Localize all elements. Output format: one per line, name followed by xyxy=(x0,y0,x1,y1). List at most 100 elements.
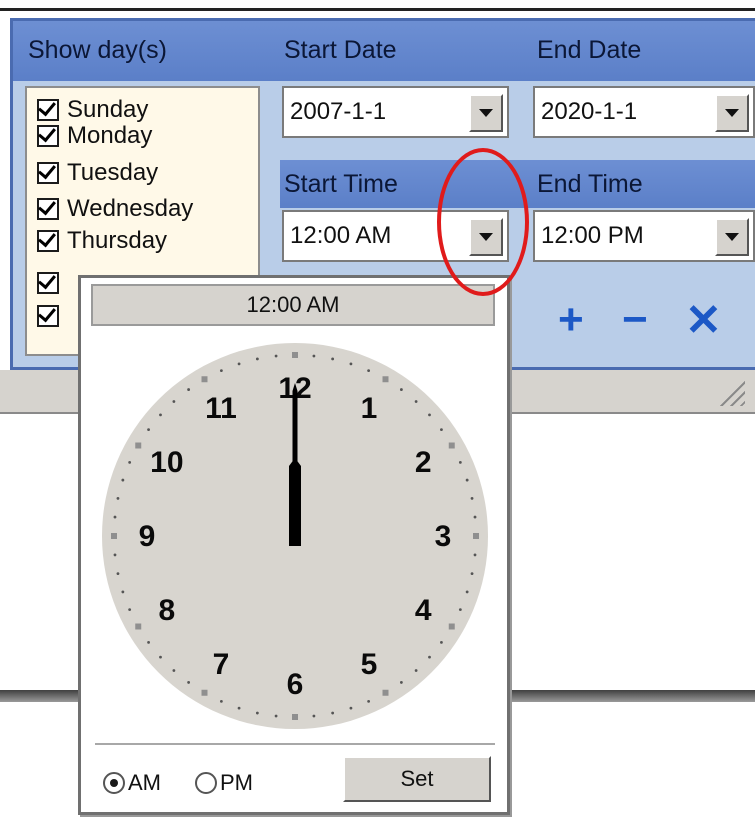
analog-clock[interactable]: 121234567891011 xyxy=(99,340,491,732)
day-item-saturday[interactable] xyxy=(37,301,67,331)
clock-numeral: 6 xyxy=(287,668,304,701)
popup-time-display: 12:00 AM xyxy=(91,284,495,326)
end-time-combo[interactable]: 12:00 PM xyxy=(533,210,755,262)
clock-numeral: 4 xyxy=(415,594,432,627)
minute-tick xyxy=(187,388,191,391)
pm-label: PM xyxy=(220,770,253,795)
chevron-down-icon[interactable] xyxy=(469,94,503,132)
minute-tick xyxy=(458,460,462,464)
minute-tick xyxy=(172,400,176,403)
hour-tick xyxy=(382,689,389,696)
start-date-combo[interactable]: 2007-1-1 xyxy=(282,86,509,138)
day-label: Wednesday xyxy=(67,195,194,222)
minute-tick xyxy=(465,478,469,482)
minute-tick xyxy=(128,460,132,464)
checkbox-friday[interactable] xyxy=(37,272,59,294)
checkbox-thursday[interactable] xyxy=(37,230,59,252)
set-button[interactable]: Set xyxy=(343,756,491,802)
clock-numeral: 9 xyxy=(139,520,156,553)
pm-radio[interactable]: PM xyxy=(195,770,253,796)
day-item-tuesday[interactable]: Tuesday xyxy=(37,158,158,188)
minute-tick xyxy=(147,640,150,644)
hour-tick xyxy=(448,442,455,449)
minute-tick xyxy=(399,681,403,684)
hour-tick xyxy=(473,533,479,539)
minute-tick xyxy=(470,572,474,576)
day-item-friday[interactable] xyxy=(37,268,67,298)
day-label: Tuesday xyxy=(67,159,159,186)
minute-tick xyxy=(312,714,316,718)
minute-tick xyxy=(414,669,418,672)
minute-tick xyxy=(237,362,241,366)
checkbox-tuesday[interactable] xyxy=(37,162,59,184)
clock-numeral: 2 xyxy=(415,446,432,479)
clock-numeral: 1 xyxy=(361,392,378,425)
day-item-thursday[interactable]: Thursday xyxy=(37,226,167,256)
minute-tick xyxy=(349,706,353,710)
end-date-combo[interactable]: 2020-1-1 xyxy=(533,86,755,138)
am-radio-dot[interactable] xyxy=(103,772,125,794)
minute-tick xyxy=(428,413,431,417)
minute-tick xyxy=(219,699,223,703)
minute-tick xyxy=(428,655,431,659)
pm-radio-dot[interactable] xyxy=(195,772,217,794)
start-date-value: 2007-1-1 xyxy=(290,98,387,125)
time-picker-popup: 12:00 AM 121234567891011 AM PM Set xyxy=(78,275,510,815)
day-label: Thursday xyxy=(67,227,168,254)
clock-numeral: 5 xyxy=(361,648,378,681)
footer-divider xyxy=(95,743,495,745)
end-time-value: 12:00 PM xyxy=(541,222,644,249)
am-radio[interactable]: AM xyxy=(103,770,161,796)
day-label: Monday xyxy=(67,122,153,149)
minute-tick xyxy=(473,553,477,557)
minute-tick xyxy=(470,496,474,500)
show-days-header: Show day(s) xyxy=(28,36,167,64)
minute-tick xyxy=(121,590,125,594)
minute-tick xyxy=(367,369,371,373)
minute-tick xyxy=(128,608,132,612)
minute-tick xyxy=(440,640,443,644)
hour-tick xyxy=(448,623,455,630)
hour-tick xyxy=(292,714,298,720)
minute-tick xyxy=(116,572,120,576)
add-icon[interactable]: + xyxy=(558,295,584,345)
delete-icon[interactable]: ✕ xyxy=(685,295,722,346)
minute-tick xyxy=(414,400,418,403)
minute-tick xyxy=(159,655,162,659)
hour-hand[interactable] xyxy=(289,458,301,546)
end-date-value: 2020-1-1 xyxy=(541,98,638,125)
minute-tick xyxy=(187,681,191,684)
start-time-header: Start Time xyxy=(284,170,398,198)
hour-tick xyxy=(201,376,208,383)
minute-tick xyxy=(274,354,278,358)
minute-tick xyxy=(116,496,120,500)
checkbox-monday[interactable] xyxy=(37,125,59,147)
minute-tick xyxy=(172,669,176,672)
checkbox-saturday[interactable] xyxy=(37,305,59,327)
clock-numeral: 11 xyxy=(205,392,237,425)
minute-tick xyxy=(255,357,259,361)
end-time-header: End Time xyxy=(537,170,643,198)
start-date-header: Start Date xyxy=(284,36,397,64)
hour-tick xyxy=(135,623,142,630)
minute-tick xyxy=(331,357,335,361)
highlight-circle xyxy=(437,148,529,296)
minute-tick xyxy=(255,711,259,715)
minute-tick xyxy=(312,354,316,358)
minute-tick xyxy=(458,608,462,612)
clock-numeral: 7 xyxy=(213,648,230,681)
clock-numeral: 3 xyxy=(435,520,452,553)
minute-tick xyxy=(113,553,117,557)
day-item-wednesday[interactable]: Wednesday xyxy=(37,194,193,224)
hour-tick xyxy=(292,352,298,358)
chevron-down-icon[interactable] xyxy=(715,94,749,132)
remove-icon[interactable]: − xyxy=(622,295,648,345)
checkbox-wednesday[interactable] xyxy=(37,198,59,220)
checkbox-sunday[interactable] xyxy=(37,99,59,121)
clock-numeral: 8 xyxy=(158,594,175,627)
chevron-down-icon[interactable] xyxy=(715,218,749,256)
minute-tick xyxy=(147,428,150,432)
top-border xyxy=(0,8,755,11)
day-item-monday[interactable]: Monday xyxy=(37,121,152,151)
minute-tick xyxy=(237,706,241,710)
